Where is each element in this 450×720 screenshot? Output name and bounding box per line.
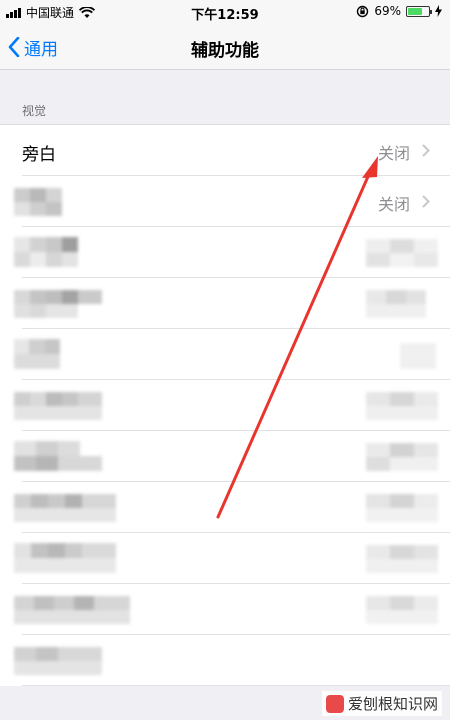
charging-bolt-icon [435, 5, 442, 17]
row-value: 关闭 [377, 195, 410, 214]
chevron-right-icon [422, 144, 430, 157]
obscured-label [14, 188, 62, 216]
obscured-label [14, 237, 78, 267]
row-obscured-3[interactable] [0, 278, 450, 329]
navigation-bar: 通用 辅助功能 [0, 24, 450, 70]
watermark: 爱刨根知识网 [321, 691, 442, 716]
row-label: 旁白 [22, 145, 56, 165]
obscured-label [14, 392, 102, 420]
obscured-value [366, 443, 438, 471]
obscured-label [14, 596, 130, 624]
obscured-value [400, 343, 436, 369]
status-bar: 中国联通 下午12:59 69% [0, 0, 450, 24]
obscured-label [14, 494, 116, 522]
watermark-logo-icon [325, 694, 344, 713]
row-obscured-5[interactable] [0, 380, 450, 431]
battery-percent: 69% [374, 4, 401, 18]
status-right: 69% [356, 4, 442, 18]
chevron-right-icon [422, 195, 430, 208]
obscured-value [366, 290, 426, 318]
obscured-label [14, 647, 102, 675]
row-voiceover[interactable]: 旁白 关闭 [0, 125, 450, 176]
battery-icon [406, 5, 432, 17]
obscured-value [366, 545, 438, 573]
obscured-value [366, 596, 438, 624]
obscured-value [366, 392, 438, 420]
battery-fill [408, 7, 422, 15]
page-title: 辅助功能 [191, 41, 259, 61]
row-obscured-1[interactable]: 关闭 [0, 176, 450, 227]
watermark-text: 爱刨根知识网 [347, 695, 438, 713]
obscured-label [14, 441, 102, 471]
obscured-label [14, 543, 116, 573]
obscured-value [366, 494, 438, 522]
row-obscured-8[interactable] [0, 533, 450, 584]
row-obscured-7[interactable] [0, 482, 450, 533]
row-obscured-4[interactable] [0, 329, 450, 380]
obscured-label [14, 339, 60, 369]
row-value: 关闭 [377, 144, 410, 163]
row-obscured-10[interactable] [0, 635, 450, 686]
section-header-vision: 视觉 [22, 104, 47, 118]
settings-list: 旁白 关闭 关闭 [0, 124, 450, 686]
obscured-label [14, 290, 102, 318]
row-obscured-9[interactable] [0, 584, 450, 635]
obscured-value [366, 239, 438, 267]
rotation-lock-icon [357, 5, 369, 17]
row-obscured-2[interactable] [0, 227, 450, 278]
row-obscured-6[interactable] [0, 431, 450, 482]
